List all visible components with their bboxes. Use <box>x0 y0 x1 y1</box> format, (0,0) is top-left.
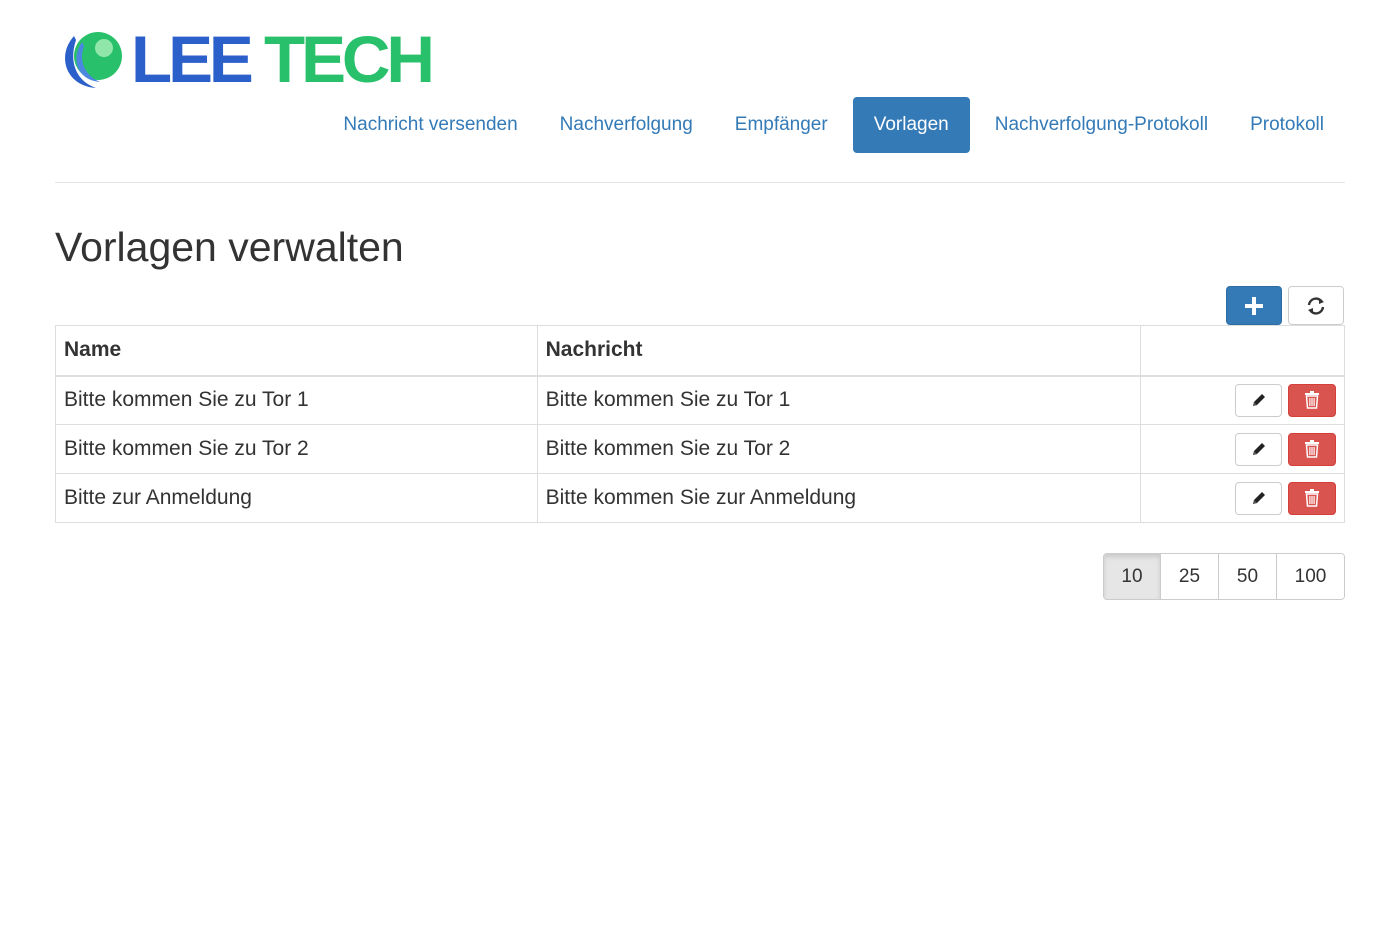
column-header-actions <box>1140 325 1345 377</box>
pencil-icon <box>1252 443 1265 455</box>
cell-name: Bitte zur Anmeldung <box>55 473 538 523</box>
add-template-button[interactable] <box>1226 286 1282 325</box>
pencil-icon <box>1252 394 1265 407</box>
main-nav: Nachricht versenden Nachverfolgung Empfä… <box>322 97 1345 153</box>
delete-button[interactable] <box>1288 481 1336 515</box>
logo-lee: LEE <box>131 22 254 96</box>
page-size-10[interactable]: 10 <box>1104 554 1160 599</box>
page: LEE TECH Nachricht versenden Nachverfolg… <box>0 0 1400 940</box>
cell-actions <box>1140 424 1345 474</box>
delete-button[interactable] <box>1288 432 1336 466</box>
edit-button[interactable] <box>1235 383 1282 417</box>
cell-message: Bitte kommen Sie zu Tor 1 <box>536 375 1142 425</box>
page-title: Vorlagen verwalten <box>55 224 404 270</box>
page-size-25[interactable]: 25 <box>1160 554 1218 599</box>
page-size-100[interactable]: 100 <box>1276 554 1344 599</box>
logo-tech: TECH <box>264 22 435 96</box>
column-header-name[interactable]: Name <box>55 325 538 377</box>
templates-table: Name Nachricht Bitte kommen Sie zu Tor 1… <box>55 325 1345 523</box>
logo: LEE TECH <box>60 22 435 96</box>
nav-item-protokoll[interactable]: Protokoll <box>1229 97 1345 153</box>
table-toolbar <box>1226 286 1344 325</box>
edit-button[interactable] <box>1235 481 1282 515</box>
page-size-selector: 10 25 50 100 <box>1103 553 1345 600</box>
nav-item-nachverfolgung-protokoll[interactable]: Nachverfolgung-Protokoll <box>974 97 1229 153</box>
cell-actions <box>1140 375 1345 425</box>
table-row: Bitte kommen Sie zu Tor 2 Bitte kommen S… <box>55 424 1345 474</box>
table-row: Bitte kommen Sie zu Tor 1 Bitte kommen S… <box>55 375 1345 425</box>
column-header-nachricht[interactable]: Nachricht <box>536 325 1142 377</box>
nav-item-nachricht-versenden[interactable]: Nachricht versenden <box>322 97 538 153</box>
edit-button[interactable] <box>1235 432 1282 466</box>
nav-item-empfaenger[interactable]: Empfänger <box>714 97 849 153</box>
cell-message: Bitte kommen Sie zu Tor 2 <box>536 424 1142 474</box>
trash-icon <box>1305 391 1319 409</box>
pencil-icon <box>1252 492 1265 504</box>
trash-icon <box>1305 440 1319 458</box>
refresh-icon <box>1307 296 1325 315</box>
logo-swirl-icon <box>65 32 122 88</box>
nav-item-vorlagen[interactable]: Vorlagen <box>852 97 970 153</box>
plus-icon <box>1245 296 1263 315</box>
table-header-row: Name Nachricht <box>55 325 1345 377</box>
delete-button[interactable] <box>1288 383 1336 417</box>
nav-item-nachverfolgung[interactable]: Nachverfolgung <box>539 97 714 153</box>
nav-divider <box>55 182 1345 183</box>
cell-actions <box>1140 473 1345 523</box>
cell-name: Bitte kommen Sie zu Tor 2 <box>55 424 538 474</box>
cell-message: Bitte kommen Sie zur Anmeldung <box>536 473 1142 523</box>
table-row: Bitte zur Anmeldung Bitte kommen Sie zur… <box>55 473 1345 523</box>
refresh-button[interactable] <box>1288 286 1344 325</box>
trash-icon <box>1305 489 1319 507</box>
cell-name: Bitte kommen Sie zu Tor 1 <box>55 375 538 425</box>
page-size-50[interactable]: 50 <box>1218 554 1276 599</box>
logo-text: LEE TECH <box>131 22 435 96</box>
